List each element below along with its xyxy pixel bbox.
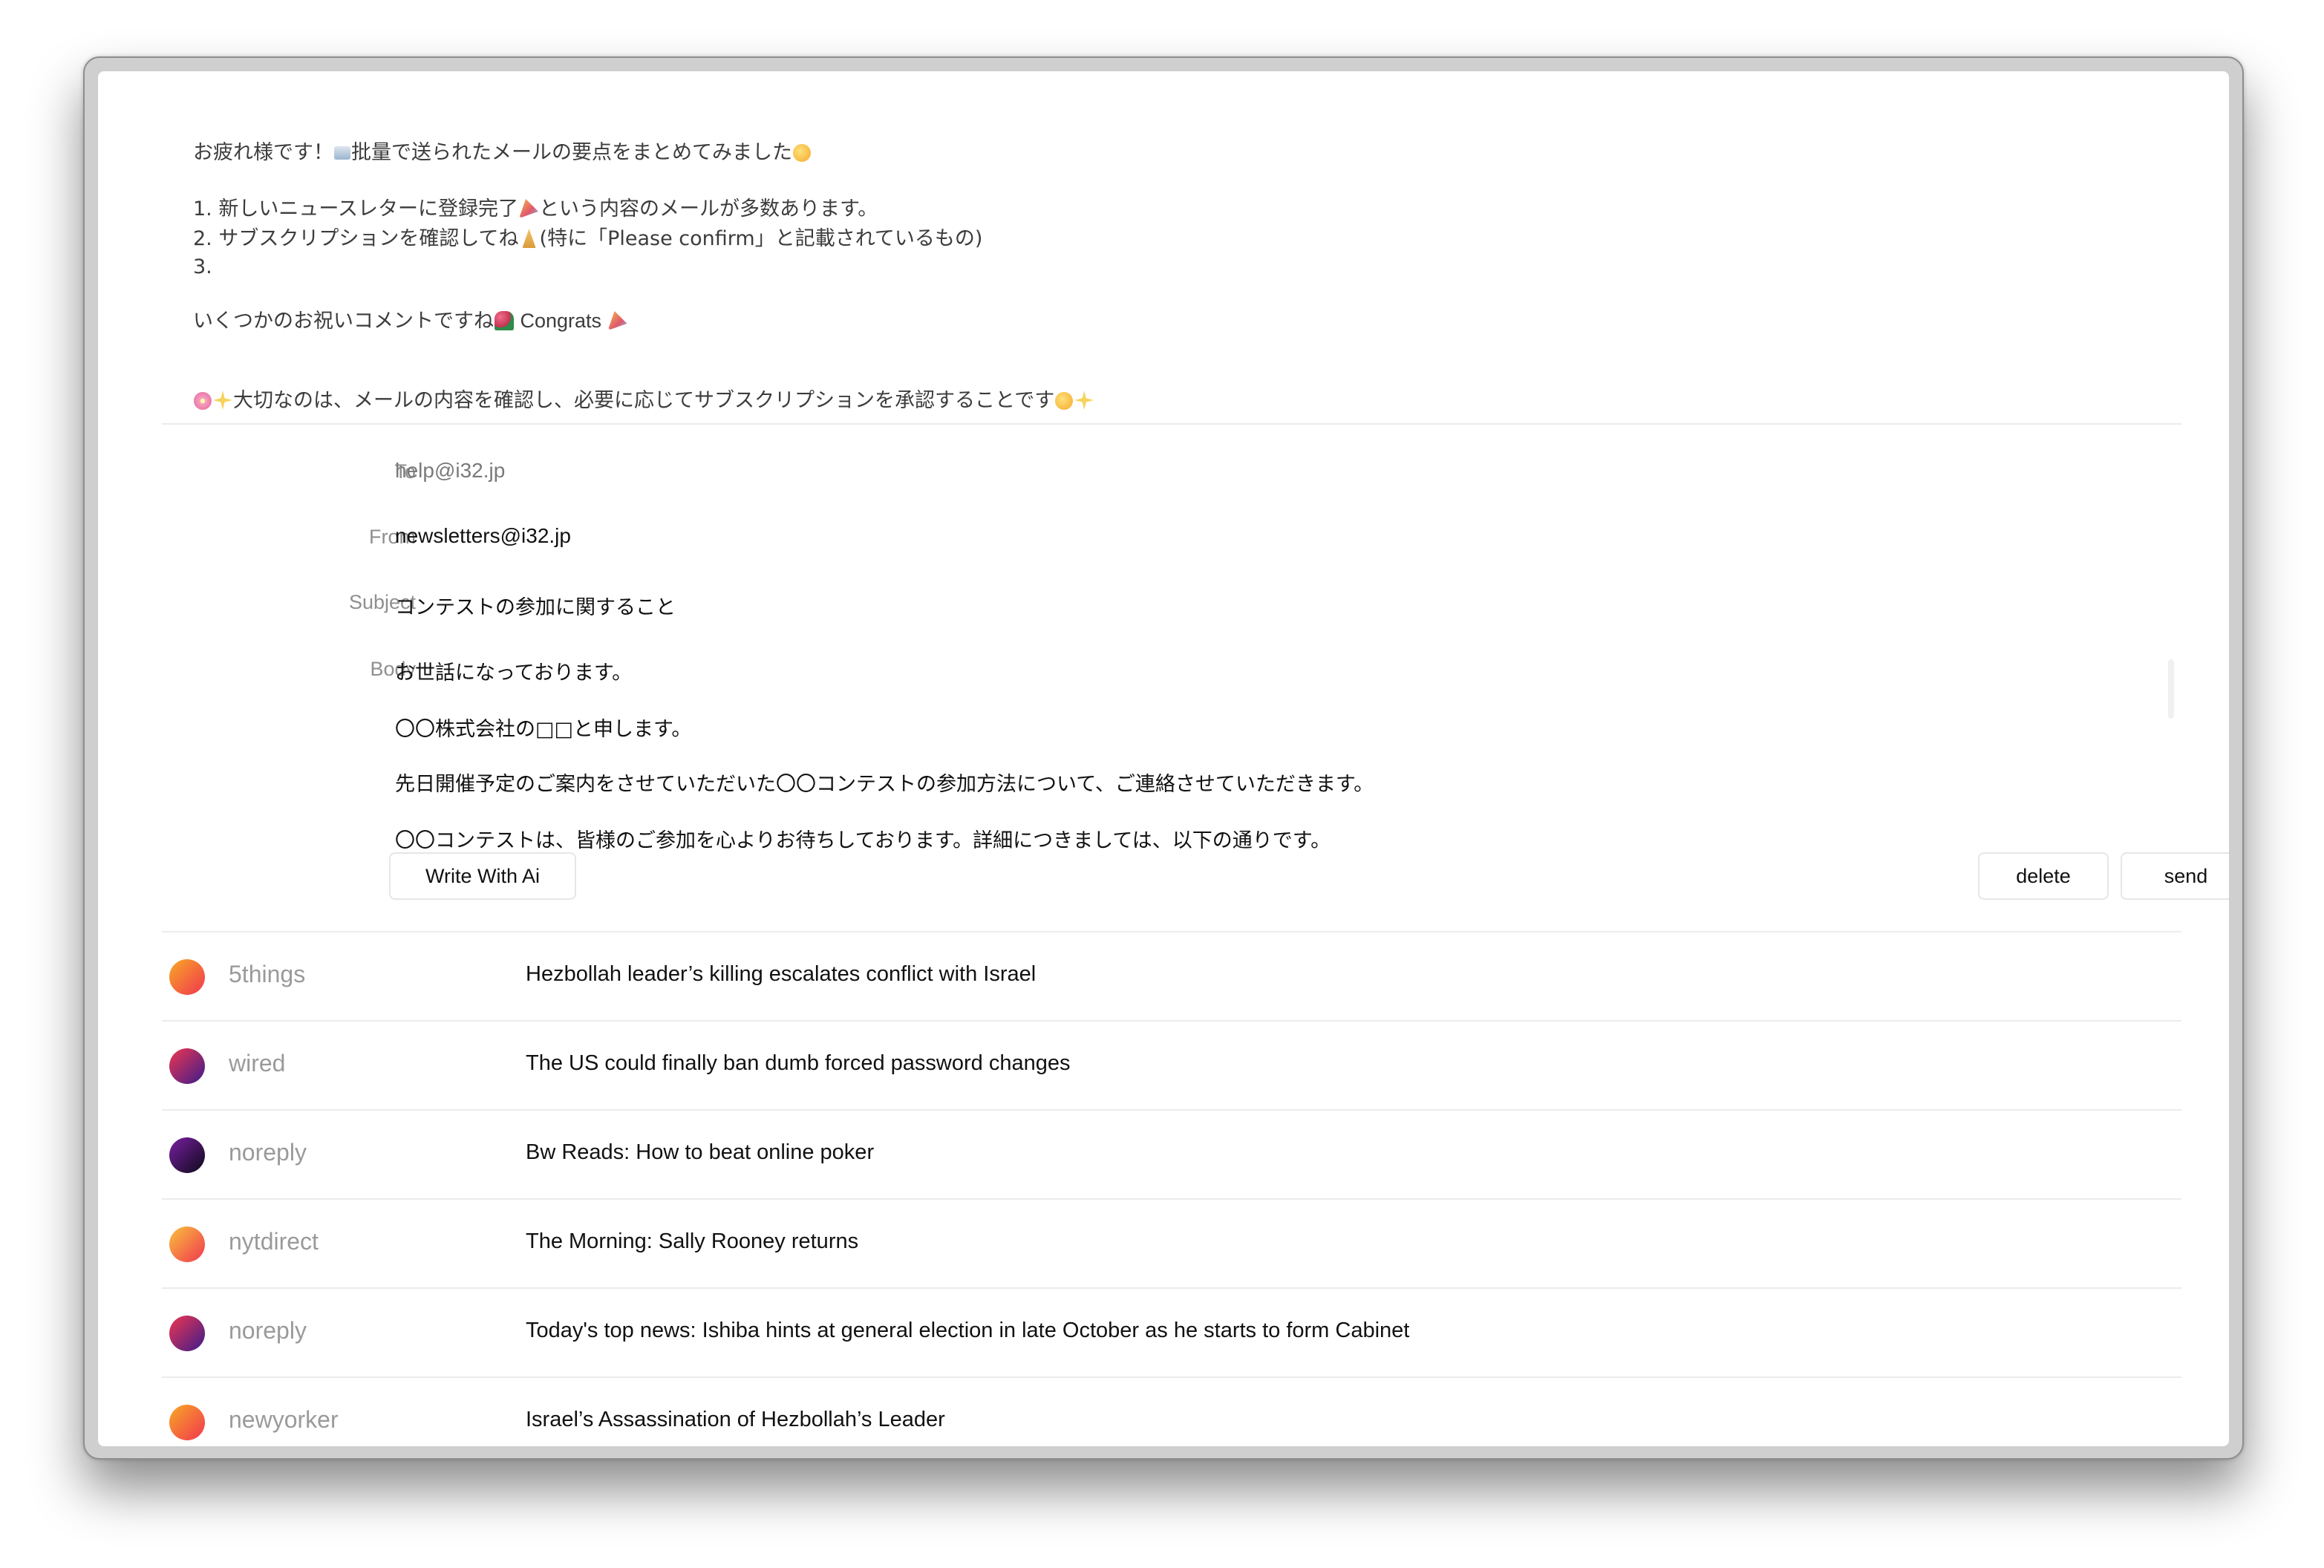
summary-item-2: 2. サブスクリプションを確認してね (特に「Please confirm」と記載… <box>193 227 983 250</box>
sender-avatar <box>169 959 205 995</box>
sender-name: nytdirect <box>229 1228 319 1255</box>
mail-panel: お疲れ様です！ 批量で送られたメールの要点をまとめてみました 1. 新しいニュース… <box>98 71 2229 1446</box>
email-subject: Today's top news: Ishiba hints at genera… <box>526 1319 1410 1342</box>
sender-name: noreply <box>229 1139 307 1166</box>
email-row[interactable]: newyorker Israel’s Assassination of Hezb… <box>162 1378 2181 1446</box>
sender-name: wired <box>229 1050 286 1077</box>
summary-closing: 大切なのは、メールの内容を確認し、必要に応じてサブスクリプションを承認することで… <box>193 386 1094 416</box>
email-row[interactable]: noreply Today's top news: Ishiba hints a… <box>162 1289 2181 1378</box>
smile-emoji-icon <box>1055 392 1074 410</box>
email-subject: Hezbollah leader’s killing escalates con… <box>526 962 1037 986</box>
body-line: 〇〇株式会社の□□と申します。 <box>395 718 692 741</box>
sender-name: 5things <box>229 961 306 987</box>
sender-avatar <box>169 1405 205 1440</box>
summary-item-1: 1. 新しいニュースレターに登録完了 という内容のメールが多数あります。 <box>193 197 878 220</box>
to-field[interactable]: help@i32.jp <box>395 459 505 483</box>
party-popper-emoji-icon <box>607 311 627 330</box>
summary-congrats: いくつかのお祝いコメントですね Congrats <box>193 306 628 336</box>
from-field[interactable]: newsletters@i32.jp <box>395 524 571 548</box>
body-line: 先日開催予定のご案内をさせていただいた〇〇コンテストの参加方法について、ご連絡さ… <box>395 773 1374 796</box>
summary-greeting: お疲れ様です！ 批量で送られたメールの要点をまとめてみました <box>193 138 812 168</box>
email-subject: Israel’s Assassination of Hezbollah’s Le… <box>526 1408 945 1431</box>
write-with-ai-button[interactable]: Write With Ai <box>389 852 576 900</box>
body-line: 〇〇コンテストは、皆様のご参加を心よりお待ちしております。詳細につきましては、以… <box>395 829 1331 852</box>
sparkles-emoji-icon <box>213 391 232 410</box>
body-scrollbar[interactable] <box>2168 659 2174 719</box>
cherry-blossom-emoji-icon <box>194 392 212 410</box>
party-popper-emoji-icon <box>519 199 538 218</box>
email-row[interactable]: noreply Bw Reads: How to beat online pok… <box>162 1111 2181 1200</box>
envelope-emoji-icon <box>334 146 350 160</box>
email-row[interactable]: 5things Hezbollah leader’s killing escal… <box>162 932 2181 1022</box>
sender-name: newyorker <box>229 1406 339 1433</box>
summary-item-3: 3. <box>193 255 212 278</box>
summary-divider <box>162 423 2181 425</box>
sender-avatar <box>169 1048 205 1084</box>
sender-name: noreply <box>229 1317 307 1344</box>
body-line: お世話になっております。 <box>395 662 633 685</box>
email-row[interactable]: nytdirect The Morning: Sally Rooney retu… <box>162 1200 2181 1289</box>
send-button[interactable]: send <box>2121 852 2229 900</box>
subject-field[interactable]: コンテストの参加に関すること <box>395 591 676 620</box>
sparkles-emoji-icon <box>1074 391 1094 410</box>
delete-button[interactable]: delete <box>1978 852 2109 900</box>
bouquet-emoji-icon <box>494 311 514 330</box>
sender-avatar <box>169 1137 205 1173</box>
pray-emoji-icon <box>522 229 536 248</box>
email-subject: The US could finally ban dumb forced pas… <box>526 1051 1071 1075</box>
sender-avatar <box>169 1226 205 1262</box>
email-row[interactable]: wired The US could finally ban dumb forc… <box>162 1022 2181 1111</box>
smile-emoji-icon <box>793 144 811 162</box>
email-subject: The Morning: Sally Rooney returns <box>526 1229 859 1253</box>
sender-avatar <box>169 1316 205 1351</box>
email-subject: Bw Reads: How to beat online poker <box>526 1140 875 1164</box>
app-window: お疲れ様です！ 批量で送られたメールの要点をまとめてみました 1. 新しいニュース… <box>83 56 2244 1460</box>
